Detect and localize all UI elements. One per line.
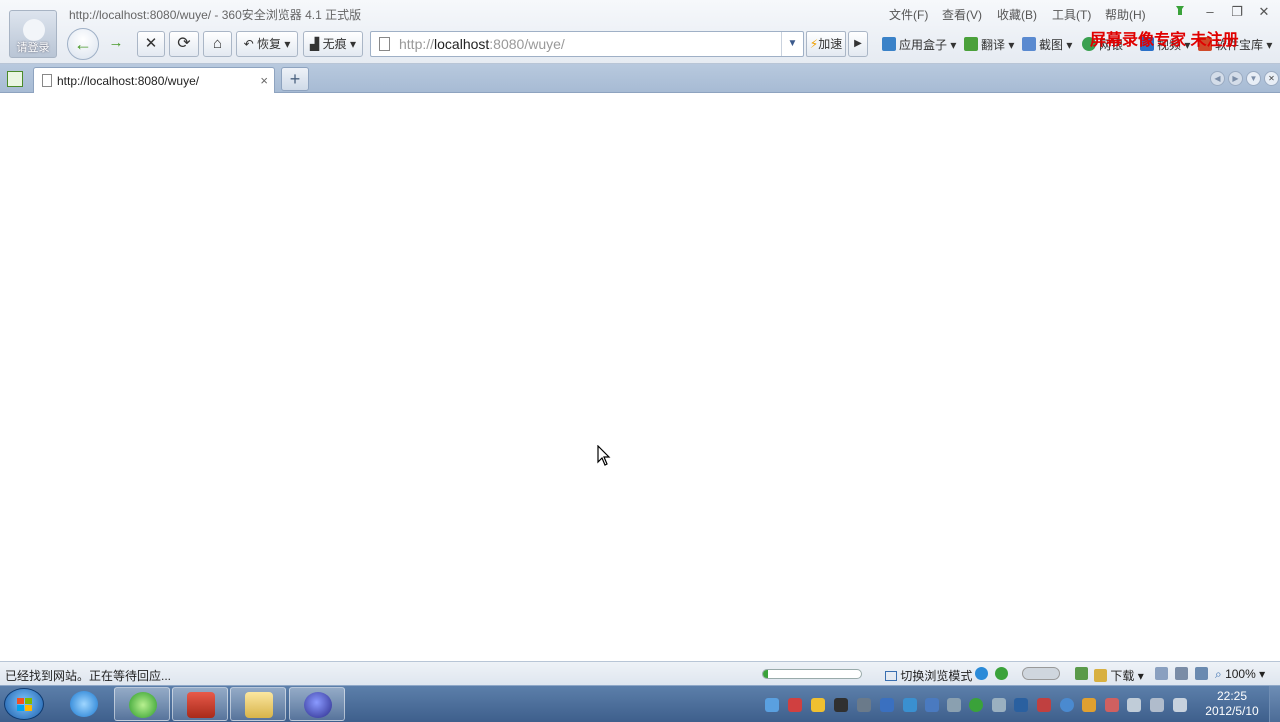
mouse-cursor-icon: [597, 445, 611, 466]
clipboard-icon[interactable]: [1155, 667, 1168, 680]
status-text: 已经找到网站。正在等待回应...: [5, 669, 172, 683]
sidebar-toggle-icon[interactable]: [7, 71, 23, 87]
restore-button[interactable]: ↶ 恢复 ▾: [236, 31, 298, 57]
cube-icon: [882, 37, 896, 51]
go-icon[interactable]: ▶: [848, 31, 868, 57]
translate-button[interactable]: 翻译 ▾: [964, 36, 1014, 53]
page-content[interactable]: [0, 94, 1280, 661]
avatar-head-icon: [23, 19, 45, 41]
security-icon[interactable]: [995, 667, 1008, 680]
start-button[interactable]: [4, 688, 44, 720]
minimize-icon[interactable]: –: [1198, 2, 1222, 22]
clock-date: 2012/5/10: [1205, 704, 1259, 718]
recorder-watermark: 屏幕录像专家 未注册: [1090, 32, 1239, 49]
close-window-icon[interactable]: ✕: [1252, 2, 1276, 22]
tray-security-icon[interactable]: [903, 698, 917, 712]
tray-edit-icon[interactable]: [947, 698, 961, 712]
incognito-icon: ▟: [310, 37, 320, 51]
status-bar: 已经找到网站。正在等待回应... 切换浏览模式 下载 ▾ ⌕ 100% ▾: [0, 661, 1280, 685]
windows-flag-icon: [17, 698, 32, 711]
toggle-icon[interactable]: [1022, 667, 1060, 680]
tab-strip: http://localhost:8080/wuye/ × + ◀ ▶ ▼ ✕: [0, 64, 1280, 93]
back-arrow-icon: ←: [74, 34, 92, 54]
tray-tool-icon[interactable]: [1037, 698, 1051, 712]
home-icon[interactable]: ⌂: [203, 31, 232, 57]
tab-title: http://localhost:8080/wuye/: [57, 74, 200, 88]
app-box-button[interactable]: 应用盒子 ▾: [882, 36, 956, 53]
download-button[interactable]: 下载 ▾: [1094, 667, 1144, 684]
menu-view[interactable]: 查看(V): [942, 6, 982, 23]
taskbar-360-browser-icon[interactable]: [114, 687, 170, 721]
download-icon: [1094, 669, 1107, 682]
taskbar-eclipse-icon[interactable]: [289, 687, 345, 721]
lightning-icon: ⚡: [809, 37, 819, 51]
browser-toolbar-area: 请登录 http://localhost:8080/wuye/ - 360安全浏…: [0, 0, 1280, 64]
tray-device-icon[interactable]: [992, 698, 1006, 712]
forward-button[interactable]: →: [100, 31, 132, 57]
tray-display-icon[interactable]: [1150, 698, 1164, 712]
progress-fill: [763, 670, 768, 678]
tray-grid-icon[interactable]: [925, 698, 939, 712]
taskbar-clock[interactable]: 22:25 2012/5/10: [1198, 689, 1266, 719]
windows-taskbar: 22:25 2012/5/10: [0, 685, 1280, 722]
tab-scroll-right-icon[interactable]: ▶: [1228, 71, 1243, 86]
taskbar-folder-icon[interactable]: [230, 687, 286, 721]
window-title: http://localhost:8080/wuye/ - 360安全浏览器 4…: [69, 8, 362, 22]
login-label: 请登录: [16, 42, 50, 54]
menu-file[interactable]: 文件(F): [889, 6, 928, 23]
tab-close-icon[interactable]: ×: [260, 73, 268, 88]
tab-list-icon[interactable]: ▼: [1246, 71, 1261, 86]
printer-icon[interactable]: [1175, 667, 1188, 680]
loading-progress: [762, 669, 862, 679]
incognito-button[interactable]: ▟ 无痕 ▾: [303, 31, 363, 57]
back-button[interactable]: ←: [67, 28, 99, 60]
window-icon: [885, 671, 897, 681]
tray-update-icon[interactable]: [1082, 698, 1096, 712]
tray-gear-icon[interactable]: [1060, 698, 1074, 712]
screenshot-icon: [1022, 37, 1036, 51]
zoom-control[interactable]: ⌕ 100% ▾: [1215, 667, 1265, 682]
stop-icon[interactable]: ✕: [137, 31, 165, 57]
chevron-down-icon[interactable]: ▼: [781, 32, 803, 56]
tray-network-icon[interactable]: [765, 698, 779, 712]
tray-shield-icon[interactable]: [880, 698, 894, 712]
new-tab-button[interactable]: +: [281, 67, 309, 91]
refresh-icon[interactable]: ⟳: [169, 31, 199, 57]
user-avatar[interactable]: 请登录: [9, 10, 57, 58]
taskbar-ie-icon[interactable]: [56, 687, 112, 721]
close-all-tabs-icon[interactable]: ✕: [1264, 71, 1279, 86]
undo-icon: ↶: [243, 37, 254, 51]
address-url[interactable]: http://localhost:8080/wuye/: [399, 36, 565, 52]
tray-sync-icon[interactable]: [969, 698, 983, 712]
page-icon: [379, 37, 390, 51]
screenshot-button[interactable]: 截图 ▾: [1022, 36, 1072, 53]
skin-icon[interactable]: [1168, 2, 1192, 22]
tab-scroll-left-icon[interactable]: ◀: [1210, 71, 1225, 86]
tray-qq-icon[interactable]: [811, 698, 825, 712]
clock-time: 22:25: [1216, 689, 1248, 703]
ie-icon[interactable]: [975, 667, 988, 680]
pictures-icon[interactable]: [1075, 667, 1088, 680]
menu-help[interactable]: 帮助(H): [1105, 6, 1146, 23]
maximize-icon[interactable]: ❐: [1225, 2, 1249, 22]
tray-usb-icon[interactable]: [1127, 698, 1141, 712]
menu-favorites[interactable]: 收藏(B): [997, 6, 1037, 23]
switch-mode-button[interactable]: 切换浏览模式: [885, 667, 972, 684]
magnifier-icon: ⌕: [1215, 667, 1222, 681]
tray-qq2-icon[interactable]: [834, 698, 848, 712]
tray-app-icon[interactable]: [1014, 698, 1028, 712]
tab-localhost[interactable]: http://localhost:8080/wuye/ ×: [33, 67, 275, 93]
translate-icon: [964, 37, 978, 51]
tray-recorder-icon[interactable]: [788, 698, 802, 712]
accelerate-button[interactable]: ⚡加速: [806, 31, 846, 57]
tray-flag-icon[interactable]: [1105, 698, 1119, 712]
address-bar[interactable]: http://localhost:8080/wuye/ ▼: [370, 31, 804, 57]
page-icon: [42, 74, 52, 87]
volume-icon[interactable]: [1195, 667, 1208, 680]
show-desktop-button[interactable]: [1269, 686, 1280, 722]
tray-volume-icon[interactable]: [1173, 698, 1187, 712]
tray-input-icon[interactable]: [857, 698, 871, 712]
taskbar-toolbox-icon[interactable]: [172, 687, 228, 721]
menu-tools[interactable]: 工具(T): [1052, 6, 1091, 23]
